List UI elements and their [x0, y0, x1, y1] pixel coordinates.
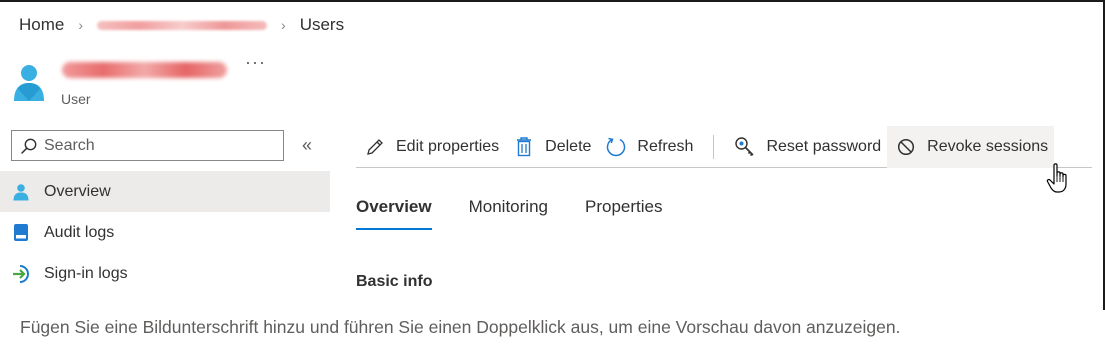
audit-log-icon: [11, 223, 31, 243]
user-avatar-icon: [14, 65, 44, 101]
sidebar-item-label: Sign-in logs: [44, 264, 128, 282]
sidebar-item-label: Overview: [44, 182, 111, 200]
chevron-right-icon: ›: [281, 17, 286, 33]
more-options-button[interactable]: ···: [245, 52, 266, 73]
user-name-redacted: [62, 62, 227, 78]
refresh-button[interactable]: Refresh: [597, 126, 699, 168]
tab-overview[interactable]: Overview: [356, 192, 432, 232]
hand-pointer-cursor-icon: [1046, 163, 1067, 193]
sign-in-icon: [11, 264, 31, 284]
page-subtitle: User: [61, 91, 91, 107]
edit-properties-label: Edit properties: [396, 137, 500, 155]
delete-button[interactable]: Delete: [505, 126, 597, 168]
edit-properties-button[interactable]: Edit properties: [356, 126, 505, 168]
refresh-label: Refresh: [637, 137, 694, 155]
revoke-sessions-label: Revoke sessions: [927, 137, 1049, 155]
trash-icon: [513, 136, 535, 158]
sidebar-search[interactable]: [11, 130, 284, 161]
refresh-icon: [605, 136, 627, 158]
page-header: ··· User: [12, 52, 312, 111]
sidebar-item-label: Audit logs: [44, 223, 115, 241]
toolbar-divider: [713, 134, 715, 159]
sidebar-nav: Overview Audit logs Sign-in logs: [0, 171, 330, 294]
content-tabs: Overview Monitoring Properties: [356, 192, 699, 232]
image-caption[interactable]: Fügen Sie eine Bildunterschrift hinzu un…: [20, 317, 900, 338]
reset-password-label: Reset password: [766, 137, 882, 155]
key-search-icon: [734, 136, 756, 158]
user-icon: [11, 182, 31, 202]
breadcrumb-users[interactable]: Users: [300, 15, 344, 35]
top-border: [0, 0, 1105, 2]
delete-label: Delete: [545, 137, 592, 155]
breadcrumb-home[interactable]: Home: [19, 15, 64, 35]
sidebar-item-sign-in-logs[interactable]: Sign-in logs: [0, 253, 330, 294]
sidebar-item-audit-logs[interactable]: Audit logs: [0, 212, 330, 253]
collapse-sidebar-button[interactable]: «: [302, 135, 312, 156]
section-title: Basic info: [356, 273, 433, 290]
reset-password-button[interactable]: Reset password: [726, 126, 887, 168]
breadcrumb-redacted-tenant[interactable]: [97, 20, 268, 30]
revoke-sessions-button[interactable]: Revoke sessions: [887, 125, 1055, 168]
block-icon: [895, 136, 917, 158]
pencil-icon: [364, 136, 386, 158]
command-bar: Edit properties Delete Refresh Reset pas…: [356, 125, 1092, 168]
chevron-right-icon: ›: [78, 17, 84, 33]
search-input[interactable]: [44, 136, 264, 155]
sidebar-item-overview[interactable]: Overview: [0, 171, 330, 212]
tab-monitoring[interactable]: Monitoring: [469, 192, 548, 232]
search-icon: [21, 138, 37, 154]
breadcrumb: Home › › Users: [19, 14, 344, 36]
tab-properties[interactable]: Properties: [585, 192, 662, 232]
